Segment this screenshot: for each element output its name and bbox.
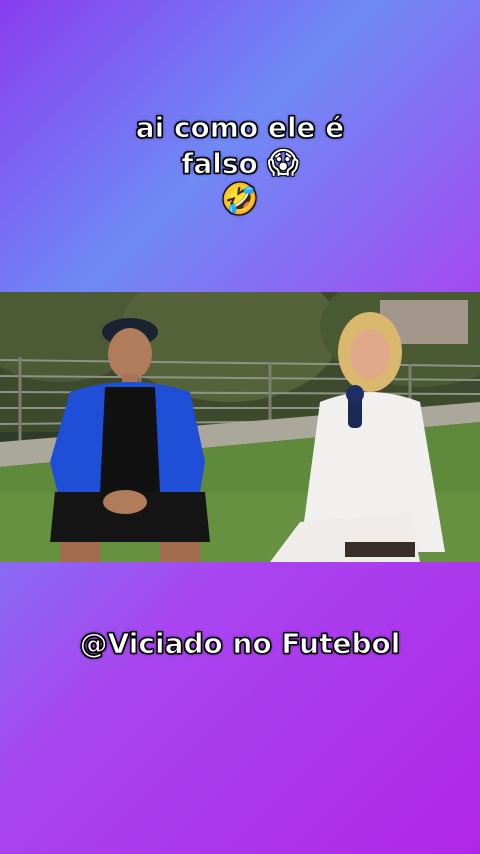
scream-emoji-icon: 😱 xyxy=(267,146,299,181)
caption-line-2-text: falso xyxy=(181,147,259,181)
interview-video-frame-icon xyxy=(0,292,480,562)
interview-video[interactable] xyxy=(0,292,480,562)
channel-handle: @Viciado no Futebol xyxy=(79,627,401,661)
top-caption: ai como ele é falso 😱 🤣 xyxy=(0,110,480,218)
bottom-caption: @Viciado no Futebol xyxy=(0,626,480,662)
caption-line-2: falso 😱 xyxy=(0,146,480,182)
caption-line-1: ai como ele é xyxy=(0,110,480,146)
caption-line-1-text: ai como ele é xyxy=(135,111,345,145)
laugh-emoji-icon: 🤣 xyxy=(221,182,259,217)
caption-line-3: 🤣 xyxy=(0,182,480,218)
